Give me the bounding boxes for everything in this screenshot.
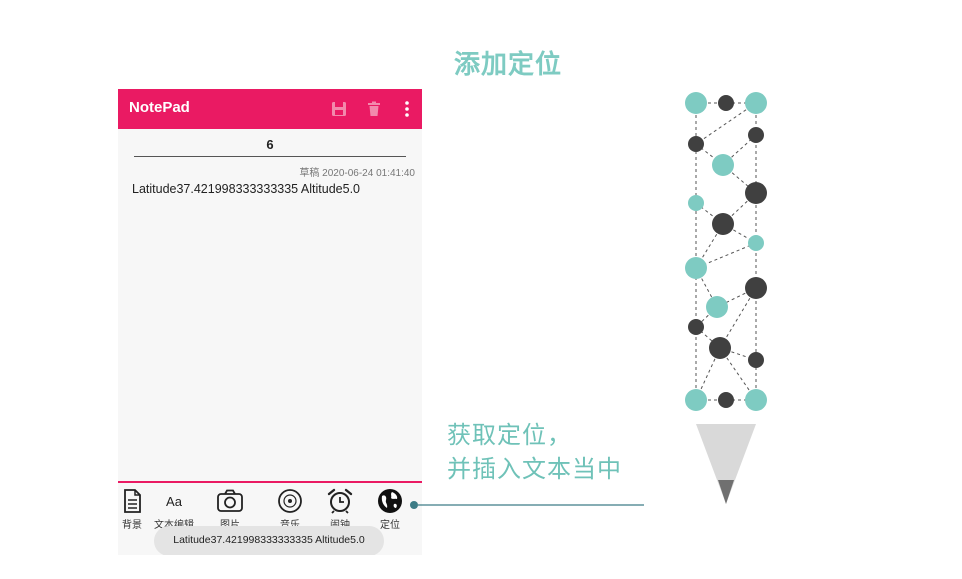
toolbar-item-music[interactable]: 音乐 — [264, 487, 316, 531]
camera-icon — [217, 489, 243, 512]
more-vert-icon[interactable] — [396, 98, 418, 120]
toolbar-item-text-edit[interactable]: Aa 文本编辑 — [148, 487, 200, 531]
feature-callout: 获取定位， 并插入文本当中 — [447, 418, 622, 486]
delete-icon[interactable] — [363, 98, 385, 120]
note-body-text[interactable]: Latitude37.421998333333335 Altitude5.0 — [132, 182, 360, 196]
alarm-clock-icon — [327, 488, 353, 514]
app-title: NotePad — [129, 99, 190, 116]
callout-connector — [410, 501, 644, 509]
notepad-app-screenshot: NotePad 6 草稿 2020-06-24 01:41:40 Latitud… — [118, 89, 422, 555]
location-toast: Latitude37.421998333333335 Altitude5.0 — [154, 526, 384, 555]
globe-icon — [378, 489, 402, 513]
svg-text:Aa: Aa — [166, 494, 183, 509]
text-format-icon: Aa — [166, 494, 183, 509]
note-title[interactable]: 6 — [134, 137, 406, 152]
toolbar-divider — [118, 481, 422, 483]
slide-title: 添加定位 — [453, 50, 562, 80]
callout-line-2: 并插入文本当中 — [447, 455, 622, 483]
music-disc-icon — [278, 489, 302, 513]
note-timestamp: 草稿 2020-06-24 01:41:40 — [299, 168, 415, 179]
callout-line-1: 获取定位， — [447, 421, 572, 449]
title-underline — [134, 156, 406, 157]
toolbar-item-alarm[interactable]: 闹钟 — [314, 487, 366, 531]
app-bar: NotePad — [118, 89, 422, 129]
toolbar-item-image[interactable]: 图片 — [204, 487, 256, 531]
pencil-network-illustration — [685, 92, 767, 504]
document-icon — [124, 489, 141, 513]
save-icon[interactable] — [328, 98, 350, 120]
